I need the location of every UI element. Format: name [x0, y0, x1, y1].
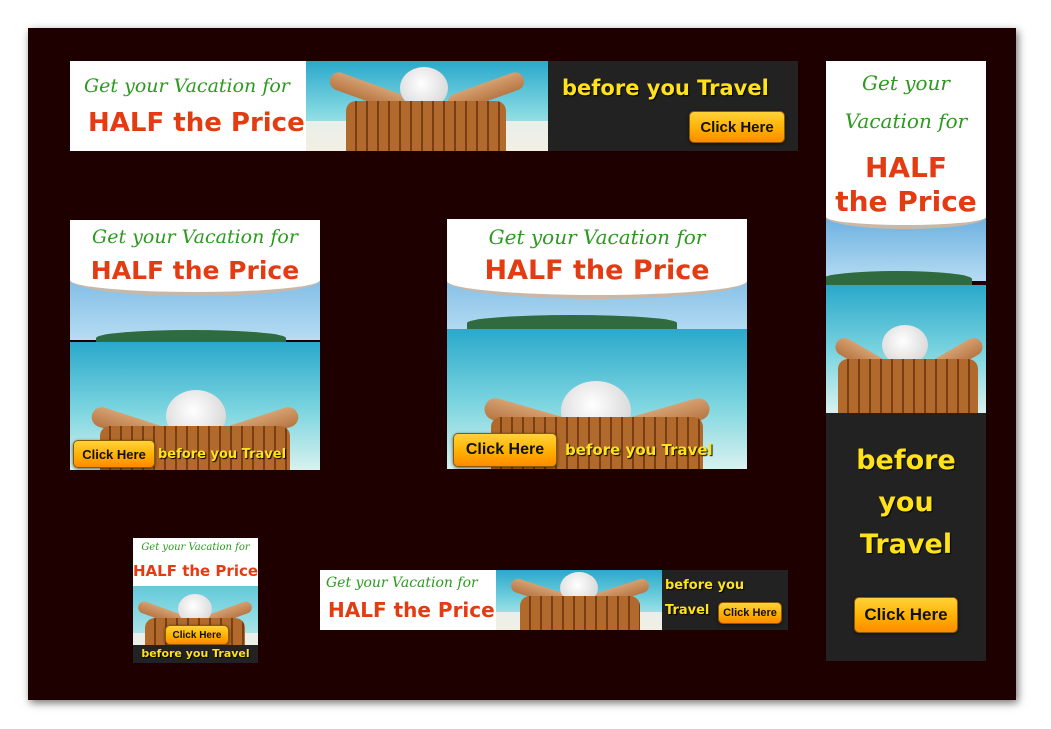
click-here-button[interactable]: Click Here — [453, 433, 557, 467]
headline-panel: Get your Vacation for HALF the Price — [447, 219, 747, 299]
headline-line2: HALF — [864, 151, 948, 184]
rectangle-ad[interactable]: Get your Vacation for HALF the Price Cli… — [447, 219, 747, 469]
headline-line2: HALF the Price — [484, 255, 710, 286]
headline-line2: HALF the Price — [90, 256, 300, 285]
click-here-button[interactable]: Click Here — [165, 625, 229, 645]
travel-text-3: Travel — [859, 529, 953, 560]
cta-panel: before you Travel Click Here — [548, 61, 798, 151]
travel-text: before you Travel — [565, 441, 713, 459]
headline-line2-cont: the Price — [835, 185, 977, 218]
headline-line1: Get your Vacation for — [92, 226, 298, 248]
travel-text-2: you — [878, 487, 934, 518]
cta-strip: before you Travel — [133, 645, 258, 663]
click-here-button[interactable]: Click Here — [854, 597, 958, 633]
cta-panel: before you Travel Click Here — [662, 570, 788, 630]
travel-text: before you Travel — [562, 76, 769, 100]
headline-line2: HALF the Price — [328, 598, 495, 622]
headline-line1: Get your — [862, 71, 950, 95]
square-ad[interactable]: Get your Vacation for HALF the Price Cli… — [70, 220, 320, 470]
headline-line1: Get your Vacation for — [84, 75, 290, 97]
skyscraper-ad[interactable]: Get your Vacation for HALF the Price bef… — [826, 61, 986, 661]
headline-line1: Get your Vacation for — [488, 225, 706, 249]
click-here-button[interactable]: Click Here — [718, 602, 782, 624]
travel-text-1: before — [856, 445, 956, 476]
travel-text: before you Travel — [141, 647, 250, 660]
beach-chair-image — [306, 61, 548, 151]
headline-line1-cont: Vacation for — [844, 109, 968, 133]
headline-line1: Get your Vacation for — [326, 575, 478, 591]
headline-line1: Get your Vacation for — [141, 542, 250, 553]
click-here-button[interactable]: Click Here — [73, 440, 155, 468]
headline-line2: HALF the Price — [88, 108, 305, 138]
headline-panel: Get your Vacation for HALF the Price — [826, 61, 986, 229]
banner-ad[interactable]: Get your Vacation for HALF the Price bef… — [320, 570, 788, 630]
small-square-ad[interactable]: Get your Vacation for HALF the Price Cli… — [133, 538, 258, 663]
beach-chair-image — [496, 570, 662, 630]
leaderboard-ad[interactable]: Get your Vacation for HALF the Price bef… — [70, 61, 798, 151]
headline-panel: Get your Vacation for HALF the Price — [70, 220, 320, 296]
headline-line2: HALF the Price — [133, 562, 258, 580]
headline-panel: Get your Vacation for HALF the Price — [70, 61, 306, 151]
travel-text-2: Travel — [665, 603, 710, 618]
travel-text-1: before you — [665, 578, 745, 593]
travel-text: before you Travel — [158, 447, 287, 462]
cta-panel: before you Travel Click Here — [826, 413, 986, 661]
headline-panel: Get your Vacation for HALF the Price — [320, 570, 496, 630]
headline-panel: Get your Vacation for HALF the Price — [133, 538, 258, 586]
click-here-button[interactable]: Click Here — [689, 111, 785, 143]
